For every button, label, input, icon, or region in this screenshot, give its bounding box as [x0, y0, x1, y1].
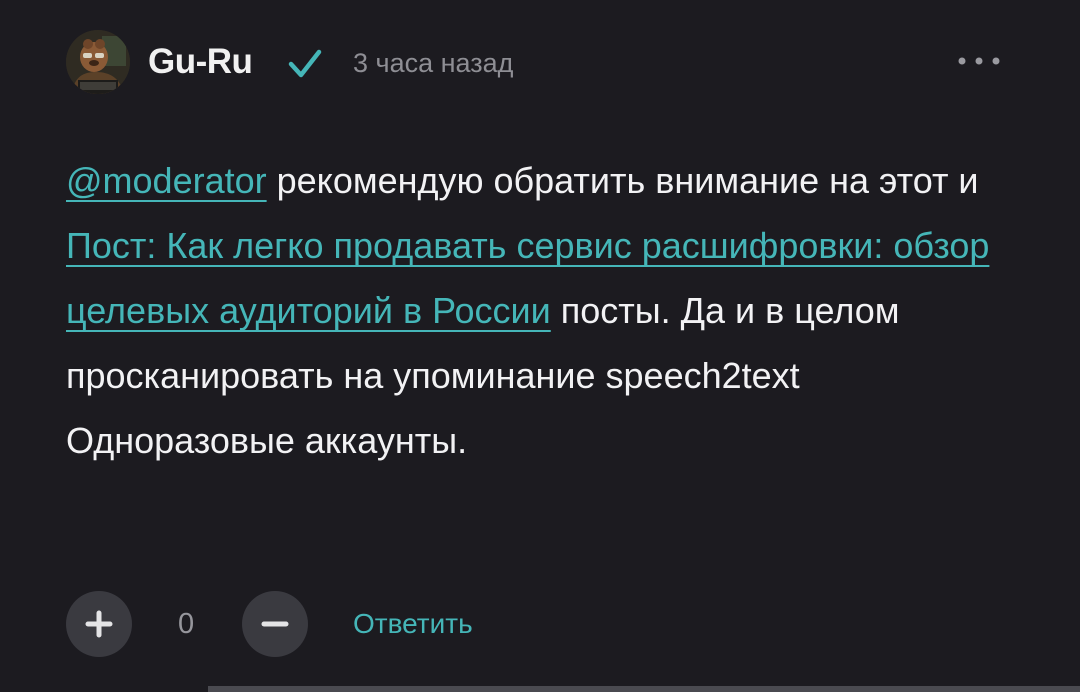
checkmark-icon	[288, 49, 322, 78]
comment-timestamp: 3 часа назад	[353, 48, 514, 78]
comment-text-part-1: рекомендую обратить внимание на этот и	[266, 160, 979, 201]
plus-icon	[85, 610, 113, 638]
ellipsis-icon[interactable]	[956, 51, 1002, 71]
avatar[interactable]	[66, 30, 130, 94]
minus-icon	[261, 621, 289, 627]
comment-text: @moderator рекомендую обратить внимание …	[66, 148, 1016, 473]
avatar-image	[66, 30, 130, 94]
comment-score: 0	[178, 608, 195, 640]
reply-button[interactable]: Ответить	[353, 608, 473, 640]
comment-header: Gu-Ru 3 часа назад	[66, 28, 1016, 98]
comment-screen: Gu-Ru 3 часа назад @moderator рекомендую…	[0, 0, 1080, 692]
comment-actions: 0 Ответить	[66, 591, 766, 659]
author-name[interactable]: Gu-Ru	[148, 42, 253, 82]
downvote-button[interactable]	[242, 591, 308, 657]
scroll-indicator	[208, 686, 1080, 692]
mention-link[interactable]: @moderator	[66, 160, 267, 201]
upvote-button[interactable]	[66, 591, 132, 657]
